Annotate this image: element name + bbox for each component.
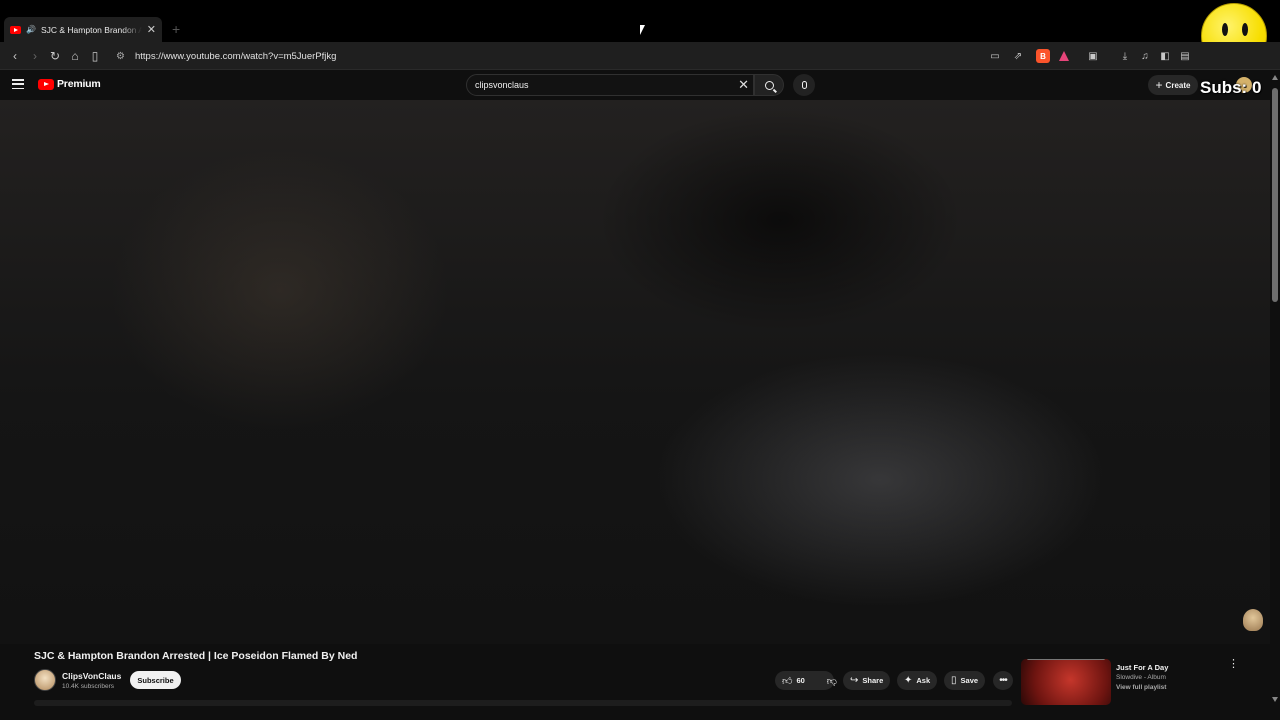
scroll-thumb[interactable] bbox=[1272, 88, 1278, 302]
youtube-favicon-icon bbox=[10, 25, 21, 34]
mouse-cursor-icon bbox=[640, 25, 650, 35]
share-page-icon[interactable]: ⇗ bbox=[1011, 49, 1025, 63]
description-box-edge bbox=[34, 700, 1012, 706]
save-button[interactable]: ▯ Save bbox=[944, 671, 986, 690]
youtube-header: Premium clipsvonclaus ✕ + Create bbox=[0, 70, 1280, 100]
search-icon bbox=[764, 80, 774, 90]
voice-search-button[interactable] bbox=[793, 74, 815, 96]
like-count: 60 bbox=[796, 676, 805, 685]
youtube-logo[interactable]: Premium bbox=[38, 78, 101, 90]
video-player[interactable] bbox=[0, 100, 1270, 644]
new-tab-button[interactable]: + bbox=[172, 21, 180, 37]
thumbs-up-icon: 👍︎ bbox=[782, 675, 793, 687]
create-button[interactable]: + Create bbox=[1148, 75, 1198, 95]
menu-icon[interactable] bbox=[12, 79, 24, 89]
tab-title: SJC & Hampton Brandon Arre bbox=[40, 24, 142, 35]
search-button[interactable] bbox=[754, 74, 784, 96]
home-icon[interactable]: ⌂ bbox=[66, 47, 84, 65]
browser-titlebar: 🔊 SJC & Hampton Brandon Arre ✕ + bbox=[0, 0, 1280, 42]
subs-counter-overlay: Subs: 0 bbox=[1200, 78, 1262, 97]
share-label: Share bbox=[862, 676, 884, 685]
more-actions-icon[interactable]: ••• bbox=[993, 671, 1013, 690]
recommendation-thumbnail[interactable] bbox=[1021, 659, 1111, 705]
browser-toolbar: ‹ › ↻ ⌂ ▯ ⚙ https://www.youtube.com/watc… bbox=[0, 42, 1280, 70]
dislike-button[interactable]: 👎︎ bbox=[820, 671, 844, 690]
subscribe-button[interactable]: Subscribe bbox=[130, 671, 181, 689]
like-dislike-group: 👍︎ 60 👎︎ bbox=[775, 671, 837, 690]
forward-icon[interactable]: › bbox=[26, 47, 44, 65]
sparkle-icon: ✦ bbox=[904, 675, 913, 686]
bookmark-icon[interactable]: ▯ bbox=[86, 47, 104, 65]
view-playlist-link[interactable]: View full playlist bbox=[1116, 684, 1166, 691]
plus-icon: + bbox=[1155, 78, 1163, 92]
downloads-icon[interactable]: ⤓ bbox=[1118, 49, 1132, 63]
cast-icon[interactable]: ▭ bbox=[988, 49, 1002, 63]
screenshot-icon[interactable]: ▣ bbox=[1086, 49, 1100, 63]
scroll-down-arrow-icon[interactable] bbox=[1272, 697, 1278, 702]
search-value: clipsvonclaus bbox=[475, 80, 529, 90]
ask-label: Ask bbox=[916, 676, 931, 685]
clear-search-icon[interactable]: ✕ bbox=[738, 77, 749, 93]
tab-close-icon[interactable]: ✕ bbox=[147, 23, 156, 36]
video-corner-avatar bbox=[1243, 609, 1263, 631]
ask-button[interactable]: ✦ Ask bbox=[897, 671, 938, 690]
share-button[interactable]: ↪ Share bbox=[843, 671, 891, 690]
bookmark-save-icon: ▯ bbox=[951, 675, 957, 686]
page-scrollbar[interactable] bbox=[1270, 70, 1280, 720]
brave-rewards-icon[interactable] bbox=[1057, 49, 1071, 63]
share-arrow-icon: ↪ bbox=[850, 675, 859, 686]
search-input[interactable]: clipsvonclaus ✕ bbox=[466, 74, 754, 96]
scroll-up-arrow-icon[interactable] bbox=[1272, 75, 1278, 80]
recommendation-meta: Slowdive - Album bbox=[1116, 674, 1166, 681]
site-settings-icon[interactable]: ⚙ bbox=[116, 51, 125, 62]
address-bar[interactable]: ⚙ https://www.youtube.com/watch?v=m5Juer… bbox=[108, 45, 748, 67]
reload-icon[interactable]: ↻ bbox=[46, 47, 64, 65]
youtube-play-icon bbox=[38, 78, 54, 90]
create-label: Create bbox=[1165, 80, 1191, 90]
recommendation-menu-icon[interactable]: ⋮ bbox=[1228, 659, 1239, 674]
brave-shields-icon[interactable]: B bbox=[1036, 49, 1050, 63]
video-title: SJC & Hampton Brandon Arrested | Ice Pos… bbox=[34, 650, 358, 662]
save-label: Save bbox=[960, 676, 979, 685]
logo-text: Premium bbox=[57, 78, 101, 90]
sidebar-icon[interactable]: ◧ bbox=[1158, 49, 1172, 63]
wallet-icon[interactable]: ▤ bbox=[1178, 49, 1192, 63]
browser-tab[interactable]: 🔊 SJC & Hampton Brandon Arre ✕ bbox=[4, 17, 162, 42]
like-button[interactable]: 👍︎ 60 bbox=[775, 671, 812, 690]
url-text: https://www.youtube.com/watch?v=m5JuerPf… bbox=[134, 50, 337, 62]
recommendation-title[interactable]: Just For A Day bbox=[1116, 663, 1168, 672]
channel-subscriber-count: 10.4K subscribers bbox=[62, 683, 115, 690]
thumbs-down-icon: 👎︎ bbox=[826, 675, 837, 687]
speaker-icon[interactable]: 🔊 bbox=[26, 25, 36, 34]
channel-avatar[interactable] bbox=[34, 669, 56, 691]
channel-name[interactable]: ClipsVonClaus bbox=[62, 671, 121, 681]
microphone-icon bbox=[801, 81, 807, 89]
back-icon[interactable]: ‹ bbox=[6, 47, 24, 65]
media-icon[interactable]: ♫ bbox=[1138, 49, 1152, 63]
